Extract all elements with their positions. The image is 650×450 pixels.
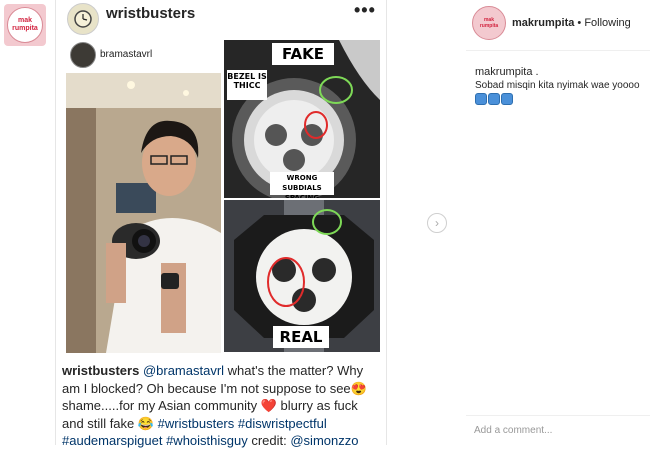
add-comment-input[interactable]: Add a comment... xyxy=(474,425,552,436)
caption-mention[interactable]: @bramastavrl xyxy=(143,363,224,378)
inner-avatar xyxy=(70,42,96,68)
laughing-emoji-icon: 😂 xyxy=(137,415,155,431)
cup-emoji-icon xyxy=(501,93,513,105)
right-username[interactable]: makrumpita xyxy=(512,17,574,29)
caption-username[interactable]: wristbusters xyxy=(62,363,139,378)
right-divider xyxy=(466,50,650,51)
comment-text: Sobad misqin kita nyimak wae yoooo xyxy=(475,80,640,91)
bezel-label: BEZEL IS THICC xyxy=(227,70,267,100)
cup-emoji-icon xyxy=(488,93,500,105)
left-logo: mak rumpita xyxy=(4,4,46,46)
logo-badge: mak rumpita xyxy=(7,7,43,43)
right-avatar-line2: rumpita xyxy=(479,23,499,29)
right-header: makrumpita • Following xyxy=(512,17,631,29)
inner-username: bramastavrl xyxy=(100,49,153,60)
real-label: REAL xyxy=(273,326,329,348)
fake-watch-photo: FAKE BEZEL IS THICC WRONG SUBDIALS SPACI… xyxy=(224,40,380,198)
caption-text-2: shame.....for my Asian community xyxy=(62,398,261,413)
caption-credit: credit: xyxy=(247,433,291,448)
right-avatar[interactable]: mak rumpita xyxy=(472,6,506,40)
real-watch-photo: REAL xyxy=(224,200,380,352)
heart-eyes-emoji-icon: 😍 xyxy=(350,380,367,396)
logo-line2: rumpita xyxy=(12,25,38,32)
post-caption: wristbusters @bramastavrl what's the mat… xyxy=(62,362,382,450)
cup-emoji-icon xyxy=(475,93,487,105)
caption-hashtags-1[interactable]: #wristbusters #diswristpectful xyxy=(154,416,327,431)
logo-line1: mak xyxy=(17,17,32,24)
selfie-photo xyxy=(66,73,221,353)
caption-hashtags-2[interactable]: #audemarspiguet #whoisthisguy xyxy=(62,433,248,448)
fake-label: FAKE xyxy=(272,43,334,65)
following-button[interactable]: Following xyxy=(584,17,630,29)
comment-emojis xyxy=(475,93,513,105)
caption-credit-user[interactable]: @simonzzo xyxy=(290,433,358,448)
watch-avatar-icon xyxy=(74,10,92,28)
add-comment-divider xyxy=(466,415,650,416)
right-separator: • xyxy=(574,17,585,29)
chevron-right-icon[interactable]: › xyxy=(427,213,447,233)
comment-username[interactable]: makrumpita . xyxy=(475,66,539,78)
subdials-label: WRONG SUBDIALS SPACING xyxy=(270,172,334,198)
post-author-username[interactable]: wristbusters xyxy=(106,5,195,22)
more-dots-icon[interactable]: ••• xyxy=(354,0,376,21)
red-heart-emoji-icon: ❤️ xyxy=(260,398,277,413)
post-author-avatar[interactable] xyxy=(67,3,99,35)
